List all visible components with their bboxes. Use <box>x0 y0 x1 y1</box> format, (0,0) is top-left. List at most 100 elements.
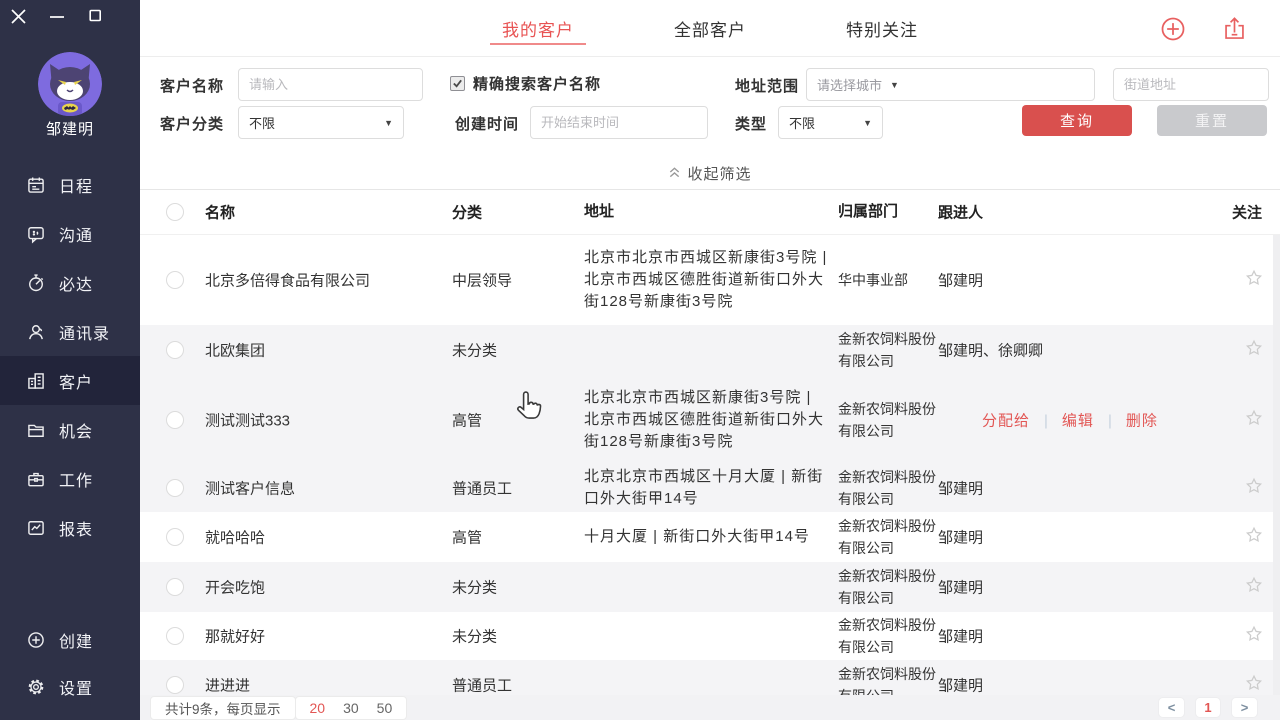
add-customer-icon[interactable] <box>1159 15 1187 43</box>
page-size-20[interactable]: 20 <box>310 700 326 716</box>
row-radio[interactable] <box>166 479 184 497</box>
row-radio[interactable] <box>166 578 184 596</box>
chat-icon <box>26 224 46 244</box>
table-row[interactable]: 测试客户信息 普通员工 北京北京市西城区十月大厦 | 新街口外大街甲14号 金新… <box>140 464 1280 512</box>
page-size-selector: 20 30 50 <box>295 696 408 720</box>
customer-department: 金新农饲料股份有限公司 <box>838 614 944 658</box>
street-address-input[interactable] <box>1113 68 1269 101</box>
customer-follower: 邹建明 <box>938 270 1228 291</box>
edit-action[interactable]: 编辑 <box>1062 412 1094 429</box>
tab-special-follow[interactable]: 特别关注 <box>834 0 930 57</box>
column-header-follow-star: 关注 <box>1232 202 1262 223</box>
create-time-label: 创建时间 <box>455 113 519 134</box>
row-radio[interactable] <box>166 528 184 546</box>
table-body: 北京多倍得食品有限公司 中层领导 北京市北京市西城区新康街3号院 | 北京市西城… <box>140 235 1280 695</box>
sidebar-item-schedule[interactable]: 日程 <box>0 160 140 209</box>
type-label: 类型 <box>735 113 767 134</box>
customer-name: 北京多倍得食品有限公司 <box>205 270 445 291</box>
row-radio[interactable] <box>166 271 184 289</box>
sidebar-item-work[interactable]: 工作 <box>0 454 140 503</box>
star-icon[interactable] <box>1244 624 1264 648</box>
row-radio[interactable] <box>166 676 184 694</box>
sidebar-item-communication[interactable]: 沟通 <box>0 209 140 258</box>
table-row[interactable]: 就哈哈哈 高管 十月大厦 | 新街口外大街甲14号 金新农饲料股份有限公司 邹建… <box>140 512 1280 562</box>
star-icon[interactable] <box>1244 673 1264 695</box>
delete-action[interactable]: 删除 <box>1126 412 1158 429</box>
row-radio[interactable] <box>166 411 184 429</box>
star-icon[interactable] <box>1244 268 1264 292</box>
scrollbar-track[interactable] <box>1273 235 1280 695</box>
reset-button[interactable]: 重置 <box>1157 105 1267 136</box>
customer-name-input[interactable] <box>238 68 423 101</box>
table-row-hovered[interactable]: 测试测试333 高管 北京北京市西城区新康街3号院 | 北京市西城区德胜街道新街… <box>140 375 1280 464</box>
customer-department: 金新农饲料股份有限公司 <box>838 663 944 695</box>
total-count: 共计9条，每页显示 <box>150 696 296 720</box>
customer-follower: 邹建明 <box>938 577 1228 598</box>
main-content: 我的客户 全部客户 特别关注 客户名称 精确搜索客户名称 地址范围 请选择城市 … <box>140 0 1280 720</box>
sidebar-item-settings[interactable]: 设置 <box>0 663 140 710</box>
page-size-50[interactable]: 50 <box>377 700 393 716</box>
chevron-down-icon: ▼ <box>384 118 393 128</box>
customer-name: 测试客户信息 <box>205 478 445 499</box>
sidebar-item-label: 设置 <box>59 675 93 699</box>
table-row[interactable]: 那就好好 未分类 金新农饲料股份有限公司 邹建明 <box>140 612 1280 660</box>
tab-my-customers[interactable]: 我的客户 <box>490 0 586 57</box>
customer-follower: 邹建明 <box>938 675 1228 696</box>
star-icon[interactable] <box>1244 476 1264 500</box>
type-select-value: 不限 <box>789 113 815 132</box>
assign-action[interactable]: 分配给 <box>982 412 1030 429</box>
avatar[interactable] <box>38 52 102 116</box>
customer-category: 普通员工 <box>452 675 577 696</box>
sidebar-item-bida[interactable]: 必达 <box>0 258 140 307</box>
row-radio[interactable] <box>166 627 184 645</box>
sidebar-item-opportunities[interactable]: 机会 <box>0 405 140 454</box>
type-select[interactable]: 不限 ▼ <box>778 106 883 139</box>
current-page-button[interactable]: 1 <box>1195 697 1221 718</box>
category-select[interactable]: 不限 ▼ <box>238 106 404 139</box>
table-row[interactable]: 进进进 普通员工 金新农饲料股份有限公司 邹建明 <box>140 660 1280 695</box>
tab-all-customers[interactable]: 全部客户 <box>662 0 758 57</box>
collapse-filters-label: 收起筛选 <box>687 163 751 184</box>
customer-department: 金新农饲料股份有限公司 <box>838 466 944 510</box>
close-icon[interactable] <box>10 8 27 25</box>
table-row[interactable]: 开会吃饱 未分类 金新农饲料股份有限公司 邹建明 <box>140 562 1280 612</box>
sidebar-item-label: 报表 <box>59 516 93 540</box>
maximize-icon[interactable] <box>87 9 102 24</box>
pagination-bar: 共计9条，每页显示 20 30 50 < 1 > <box>140 695 1280 720</box>
search-button[interactable]: 查询 <box>1022 105 1132 136</box>
action-separator: | <box>1044 412 1048 429</box>
customer-name-label: 客户名称 <box>160 75 224 96</box>
window-controls <box>10 8 102 25</box>
prev-page-button[interactable]: < <box>1158 697 1185 718</box>
table-row[interactable]: 北京多倍得食品有限公司 中层领导 北京市北京市西城区新康街3号院 | 北京市西城… <box>140 235 1280 325</box>
chevron-double-up-icon <box>668 165 681 183</box>
user-name: 邹建明 <box>0 118 140 139</box>
page-size-30[interactable]: 30 <box>343 700 359 716</box>
sidebar-item-reports[interactable]: 报表 <box>0 503 140 552</box>
row-radio[interactable] <box>166 341 184 359</box>
table-row[interactable]: 北欧集团 未分类 金新农饲料股份有限公司 邹建明、徐卿卿 <box>140 325 1280 375</box>
category-select-value: 不限 <box>249 113 275 132</box>
star-icon[interactable] <box>1244 525 1264 549</box>
chart-icon <box>26 518 46 538</box>
star-icon[interactable] <box>1244 408 1264 432</box>
sidebar-item-create[interactable]: 创建 <box>0 616 140 663</box>
export-icon[interactable] <box>1221 15 1248 42</box>
city-select[interactable]: 请选择城市 ▼ <box>806 68 1095 101</box>
star-icon[interactable] <box>1244 575 1264 599</box>
customer-category: 未分类 <box>452 340 577 361</box>
minimize-icon[interactable] <box>49 8 65 25</box>
customer-address: 北京北京市西城区十月大厦 | 新街口外大街甲14号 <box>584 466 828 510</box>
create-time-input[interactable] <box>530 106 708 139</box>
customer-category: 普通员工 <box>452 478 577 499</box>
star-icon[interactable] <box>1244 338 1264 362</box>
select-all-radio[interactable] <box>166 203 184 221</box>
checkbox-checked-icon[interactable] <box>450 76 465 91</box>
exact-search-checkbox-wrap[interactable]: 精确搜索客户名称 <box>450 73 601 94</box>
sidebar-item-customers[interactable]: 客户 <box>0 356 140 405</box>
sidebar-item-contacts[interactable]: 通讯录 <box>0 307 140 356</box>
collapse-filters[interactable]: 收起筛选 <box>140 158 1280 190</box>
next-page-button[interactable]: > <box>1231 697 1258 718</box>
customer-department: 金新农饲料股份有限公司 <box>838 515 944 559</box>
customer-address: 十月大厦 | 新街口外大街甲14号 <box>584 526 828 548</box>
